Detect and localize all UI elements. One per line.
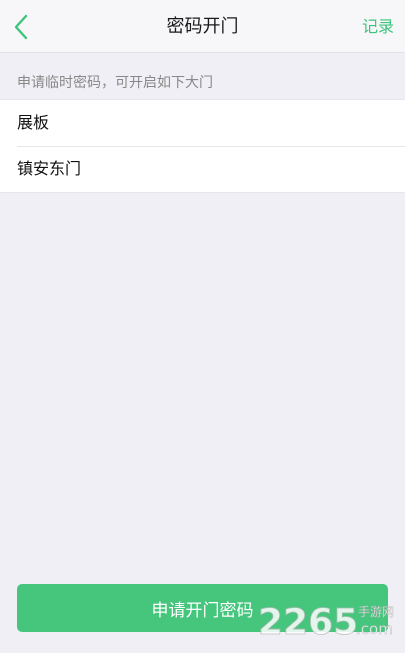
watermark-number: 2265 (258, 602, 358, 640)
watermark-suffix: .com (356, 620, 393, 638)
records-button[interactable]: 记录 (362, 0, 394, 53)
page-title: 密码开门 (166, 16, 239, 37)
door-list: 展板 镇安东门 (0, 99, 405, 193)
nav-bar: 密码开门 记录 (0, 0, 405, 53)
watermark-cn: 手游网 (358, 605, 394, 619)
door-list-hint: 申请临时密码，可开启如下大门 (17, 75, 213, 91)
watermark-logo: 2265 手游网 .com (258, 602, 394, 640)
door-item-zhanban[interactable]: 展板 (0, 100, 405, 146)
door-item-zhenan-east-gate[interactable]: 镇安东门 (0, 146, 405, 192)
